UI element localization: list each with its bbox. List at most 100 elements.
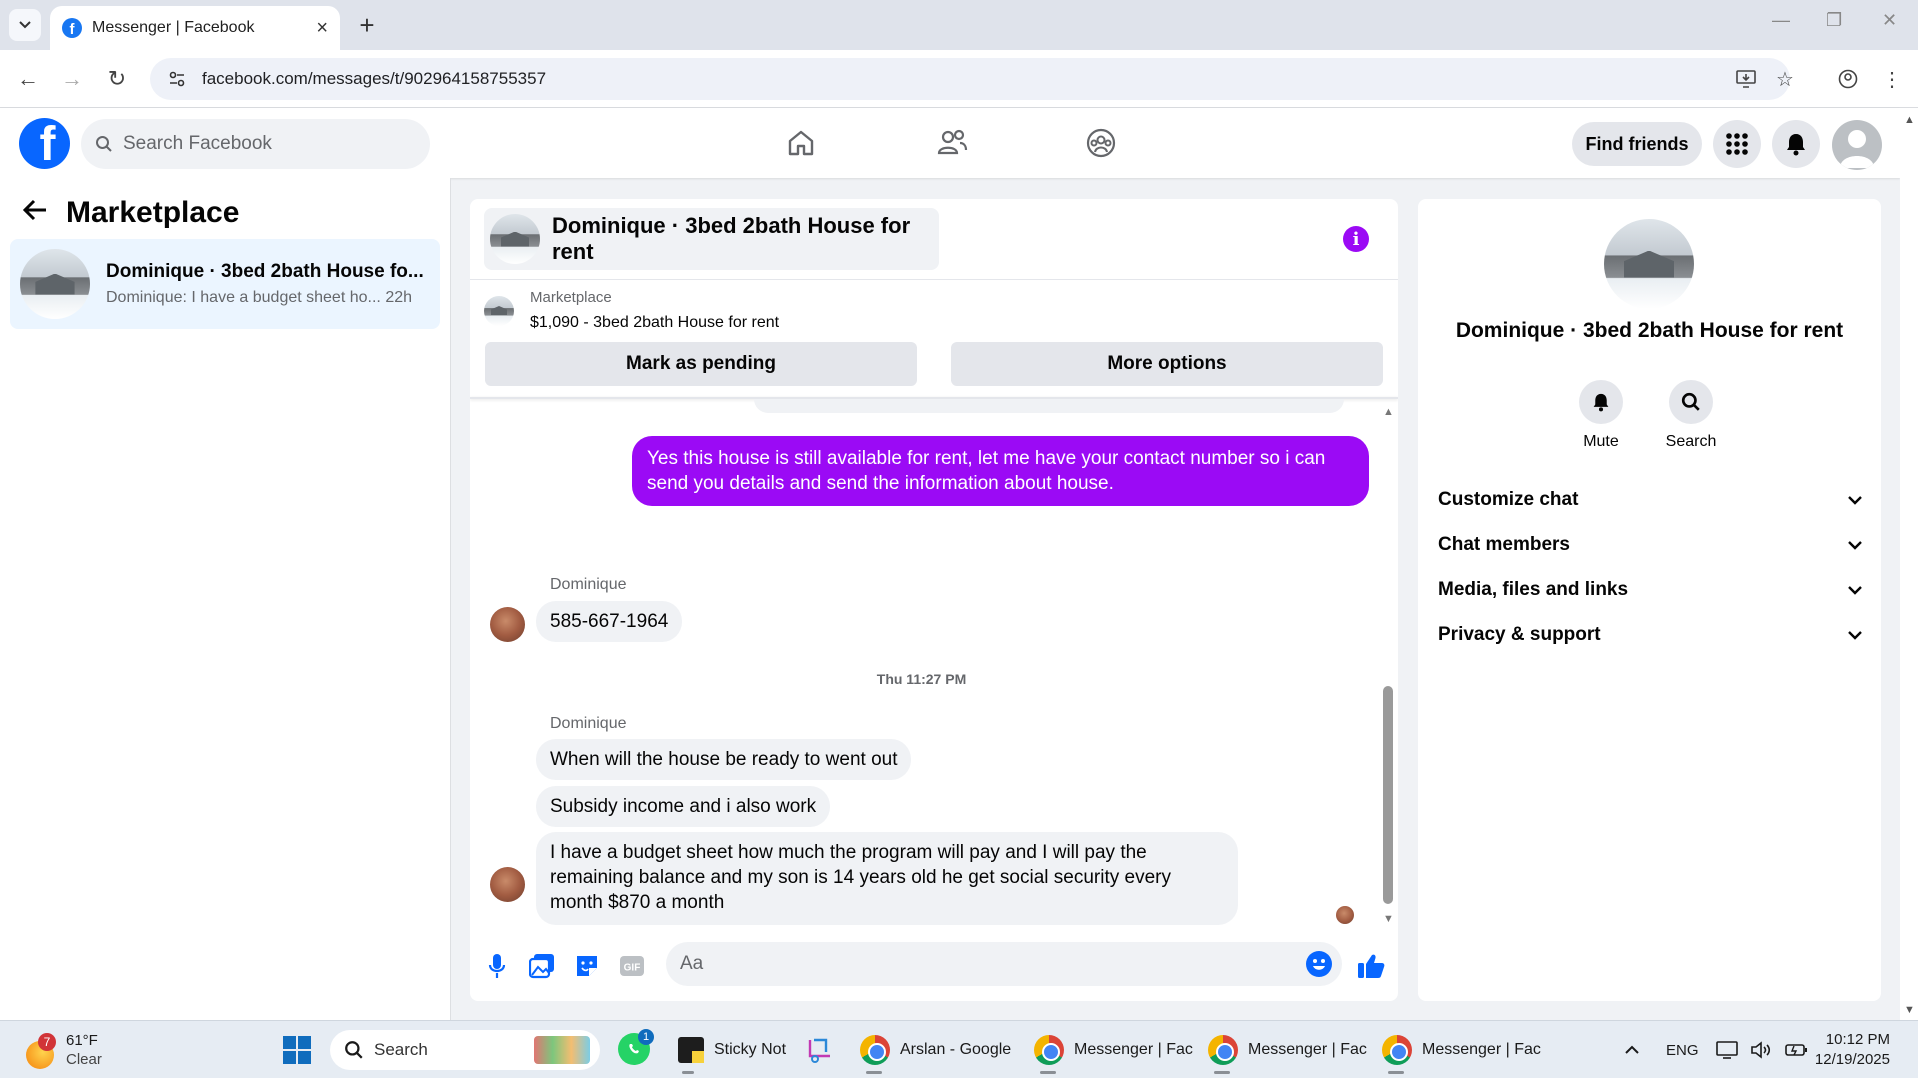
gif-icon[interactable]: GIF (617, 951, 647, 981)
sender-avatar[interactable] (490, 867, 525, 902)
system-tray-icons[interactable] (1716, 1021, 1808, 1078)
search-icon (96, 136, 112, 152)
message-input[interactable]: Aa (666, 942, 1342, 986)
outgoing-message: Yes this house is still available for re… (632, 436, 1369, 506)
section-label: Chat members (1438, 534, 1570, 555)
chat-members-section[interactable]: Chat members (1438, 525, 1863, 565)
forward-icon[interactable]: → (57, 64, 87, 94)
search-in-conversation-button[interactable]: Search (1661, 380, 1721, 451)
previous-message-bubble (754, 399, 1344, 413)
scroll-up-arrow-icon[interactable]: ▲ (1383, 406, 1394, 418)
conversation-list: Marketplace Dominique · 3bed 2bath House… (0, 178, 451, 1020)
windows-logo-icon (283, 1036, 311, 1064)
reload-icon[interactable]: ↻ (102, 64, 132, 94)
microphone-icon[interactable] (482, 951, 512, 981)
scroll-down-arrow-icon[interactable]: ▼ (1904, 1004, 1915, 1016)
taskbar-app-label: Messenger | Fac (1074, 1041, 1193, 1058)
home-icon[interactable] (779, 123, 823, 163)
input-language[interactable]: ENG (1666, 1021, 1699, 1078)
chevron-down-icon (19, 21, 31, 29)
restore-icon[interactable]: ❐ (1826, 10, 1842, 31)
chrome-icon (1034, 1035, 1064, 1065)
sticker-icon[interactable] (572, 951, 602, 981)
snipping-tool-icon (808, 1038, 830, 1063)
back-icon[interactable]: ← (13, 64, 43, 94)
browser-tab-active[interactable]: f Messenger | Facebook × (50, 6, 340, 50)
scroll-up-arrow-icon[interactable]: ▲ (1904, 114, 1915, 126)
start-button[interactable] (282, 1021, 312, 1078)
profile-icon[interactable] (1834, 65, 1862, 93)
facebook-logo-icon[interactable]: f (19, 118, 70, 169)
svg-text:GIF: GIF (624, 963, 641, 974)
friends-icon[interactable] (930, 123, 974, 163)
listing-photo[interactable] (1604, 219, 1694, 309)
notifications-bell-icon[interactable] (1772, 120, 1820, 168)
sticky-notes-icon (678, 1037, 704, 1063)
search-highlight-icon (534, 1036, 590, 1064)
bookmark-star-icon[interactable]: ☆ (1771, 65, 1799, 93)
running-indicator (1214, 1071, 1230, 1074)
message-timestamp: Thu 11:27 PM (876, 671, 967, 687)
site-info-icon[interactable] (168, 70, 186, 88)
facebook-favicon-icon: f (62, 18, 82, 38)
menu-grid-icon[interactable] (1713, 120, 1761, 168)
account-avatar[interactable] (1832, 120, 1882, 170)
seen-indicator-avatar (1336, 906, 1354, 924)
chrome-taskbar-messenger-1[interactable]: Messenger | Fac (1034, 1021, 1193, 1078)
chrome-taskbar-messenger-2[interactable]: Messenger | Fac (1208, 1021, 1367, 1078)
chrome-icon (1208, 1035, 1238, 1065)
conversation-preview: Dominique: I have a budget sheet ho... (106, 289, 381, 306)
mark-as-pending-button[interactable]: Mark as pending (485, 342, 917, 386)
search-icon (1681, 392, 1700, 411)
conversation-item-selected[interactable]: Dominique · 3bed 2bath House fo... Domin… (10, 239, 440, 329)
chrome-taskbar-arslan[interactable]: Arslan - Google (860, 1021, 1011, 1078)
weather-widget[interactable]: 7 61°F Clear (22, 1021, 102, 1078)
sticky-notes-taskbar-app[interactable]: Sticky Not (678, 1021, 786, 1078)
taskbar-search[interactable]: Search (330, 1030, 600, 1070)
sender-avatar[interactable] (490, 607, 525, 642)
chat-window: Dominique · 3bed 2bath House for rent i … (470, 199, 1398, 1001)
whatsapp-taskbar-app[interactable]: 1 (618, 1021, 654, 1078)
chat-scrollbar[interactable] (1383, 686, 1393, 904)
chat-header[interactable]: Dominique · 3bed 2bath House for rent (484, 208, 939, 270)
house-photo (20, 249, 90, 319)
minimize-icon[interactable]: — (1772, 10, 1790, 31)
more-options-button[interactable]: More options (951, 342, 1383, 386)
chrome-icon (1382, 1035, 1412, 1065)
customize-chat-section[interactable]: Customize chat (1438, 480, 1863, 520)
taskbar-clock[interactable]: 10:12 PM 12/19/2025 (1815, 1030, 1890, 1070)
new-tab-button[interactable]: + (352, 10, 382, 40)
tab-search-button[interactable] (9, 9, 41, 41)
scroll-down-arrow-icon[interactable]: ▼ (1383, 913, 1394, 925)
page-scrollbar[interactable]: ▲ ▼ (1900, 108, 1918, 1020)
search-label: Search (1665, 433, 1717, 450)
chevron-down-icon (1848, 586, 1862, 595)
windows-taskbar: 7 61°F Clear Search 1 Sticky Not Arslan … (0, 1020, 1918, 1078)
chrome-taskbar-messenger-3[interactable]: Messenger | Fac (1382, 1021, 1541, 1078)
marketplace-listing-row[interactable]: Marketplace $1,090 - 3bed 2bath House fo… (484, 289, 779, 332)
back-arrow-icon[interactable] (22, 196, 48, 230)
groups-icon[interactable] (1079, 123, 1123, 163)
close-window-icon[interactable]: ✕ (1882, 10, 1897, 31)
like-thumbs-up-icon[interactable] (1356, 951, 1386, 981)
media-files-links-section[interactable]: Media, files and links (1438, 570, 1863, 610)
mute-button[interactable]: Mute (1571, 380, 1631, 451)
search-icon (345, 1041, 363, 1059)
info-icon[interactable]: i (1343, 226, 1369, 252)
incoming-message: I have a budget sheet how much the progr… (536, 832, 1238, 925)
snipping-tool-taskbar-app[interactable] (806, 1021, 834, 1078)
close-tab-icon[interactable]: × (316, 17, 328, 40)
install-app-icon[interactable] (1732, 65, 1760, 93)
privacy-support-section[interactable]: Privacy & support (1438, 615, 1863, 655)
photo-icon[interactable] (527, 951, 557, 981)
show-hidden-icons-chevron-up-icon[interactable] (1624, 1021, 1640, 1078)
incoming-message: Subsidy income and i also work (536, 786, 831, 827)
address-bar[interactable]: facebook.com/messages/t/902964158755357 (150, 58, 1790, 100)
find-friends-button[interactable]: Find friends (1572, 122, 1702, 166)
facebook-search-input[interactable]: Search Facebook (81, 119, 430, 169)
taskbar-app-label: Messenger | Fac (1248, 1041, 1367, 1058)
emoji-icon[interactable] (1306, 951, 1332, 977)
taskbar-app-label: Arslan - Google (900, 1041, 1012, 1058)
battery-icon (1785, 1044, 1807, 1056)
browser-menu-icon[interactable]: ⋮ (1878, 65, 1906, 93)
